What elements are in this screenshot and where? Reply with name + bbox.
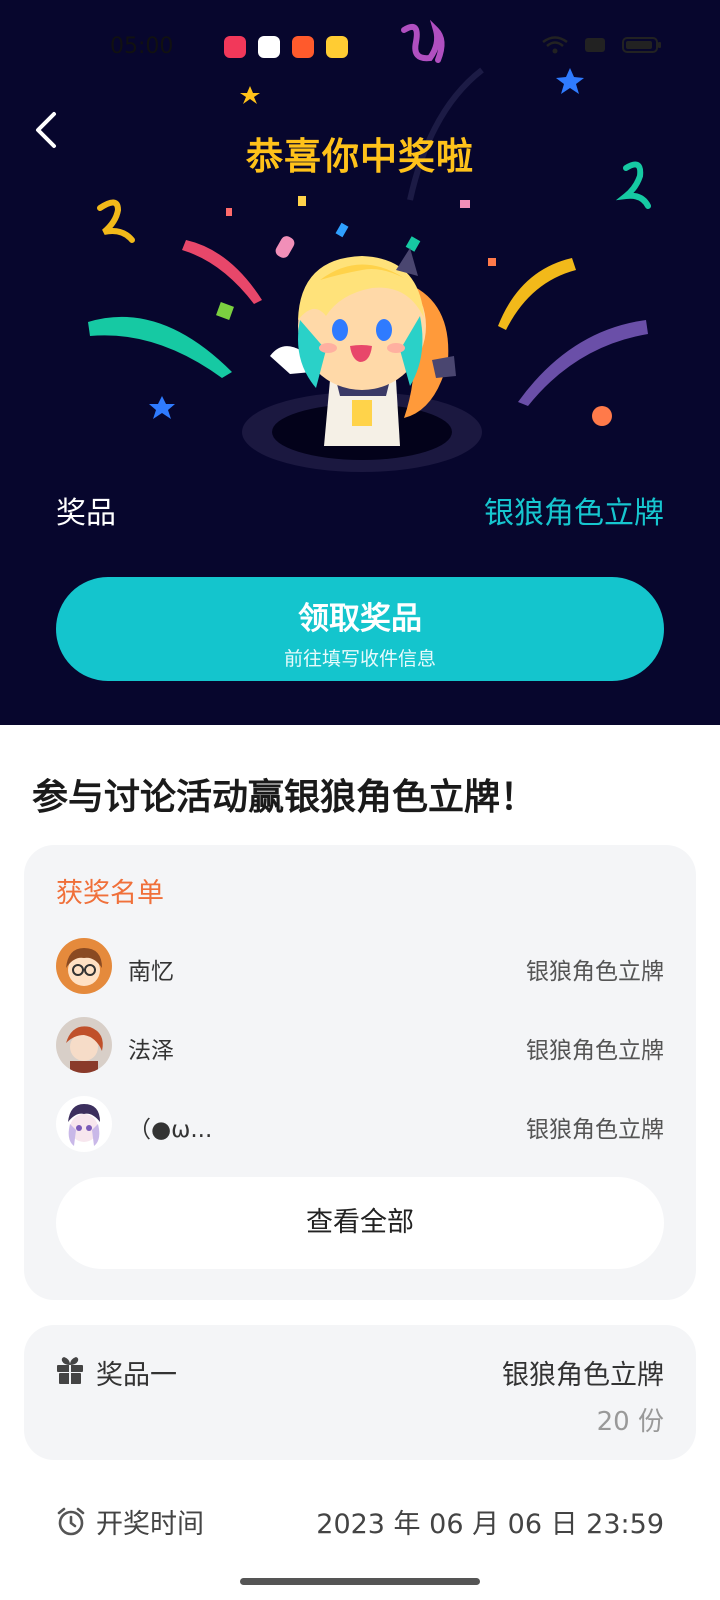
draw-time-label: 开奖时间 — [96, 1509, 204, 1540]
prize-row: 奖品 银狼角色立牌 — [56, 488, 664, 532]
avatar — [56, 1096, 112, 1152]
prize-value: 银狼角色立牌 — [484, 496, 664, 531]
activity-title: 参与讨论活动赢银狼角色立牌！ — [32, 777, 537, 818]
book-app-icon — [326, 36, 348, 58]
prize-hero: 05:00 恭喜你中奖啦 奖品 银狼角色立牌 领取奖品 前往填写收件信息 — [0, 0, 720, 725]
winner-row[interactable]: （●ω... 银狼角色立牌 — [56, 1096, 664, 1156]
prize-quantity: 20 份 — [596, 1407, 664, 1437]
prize-card-label: 奖品一 — [96, 1360, 177, 1391]
winner-name: （●ω... — [128, 1117, 213, 1143]
winner-name: 南忆 — [128, 959, 174, 985]
prize-label: 奖品 — [56, 496, 116, 531]
sim-icon — [585, 38, 605, 52]
claim-prize-button[interactable]: 领取奖品 前往填写收件信息 — [56, 577, 664, 681]
prize-card: 奖品一 银狼角色立牌 20 份 — [24, 1325, 696, 1460]
status-time: 05:00 — [110, 34, 174, 59]
claim-button-sublabel: 前往填写收件信息 — [283, 648, 436, 670]
winners-card: 获奖名单 南忆 银狼角色立牌 法泽 银狼角色立牌 （●ω... 银狼角色立牌 查… — [24, 845, 696, 1300]
status-bar: 05:00 — [0, 30, 720, 66]
view-all-button[interactable]: 查看全部 — [56, 1177, 664, 1269]
photo-app-icon — [258, 36, 280, 58]
winner-prize: 银狼角色立牌 — [526, 1117, 664, 1143]
winner-prize: 银狼角色立牌 — [526, 1038, 664, 1064]
avatar — [56, 1017, 112, 1073]
draw-time-row: 开奖时间 2023 年 06 月 06 日 23:59 — [56, 1502, 664, 1542]
claim-button-label: 领取奖品 — [298, 601, 422, 637]
wifi-icon — [542, 36, 568, 54]
home-indicator[interactable] — [240, 1578, 480, 1585]
winner-row[interactable]: 法泽 银狼角色立牌 — [56, 1017, 664, 1077]
social-app-icon — [292, 36, 314, 58]
battery-icon — [622, 37, 661, 53]
gift-icon — [57, 1357, 83, 1384]
prize-card-name: 银狼角色立牌 — [502, 1360, 664, 1391]
video-app-icon — [224, 36, 246, 58]
page-title: 恭喜你中奖啦 — [246, 135, 474, 178]
winners-heading: 获奖名单 — [56, 878, 164, 909]
winner-prize: 银狼角色立牌 — [526, 959, 664, 985]
winner-name: 法泽 — [128, 1038, 174, 1064]
winner-row[interactable]: 南忆 银狼角色立牌 — [56, 938, 664, 998]
avatar — [56, 938, 112, 994]
draw-time-value: 2023 年 06 月 06 日 23:59 — [316, 1509, 664, 1540]
alarm-clock-icon — [57, 1507, 85, 1536]
